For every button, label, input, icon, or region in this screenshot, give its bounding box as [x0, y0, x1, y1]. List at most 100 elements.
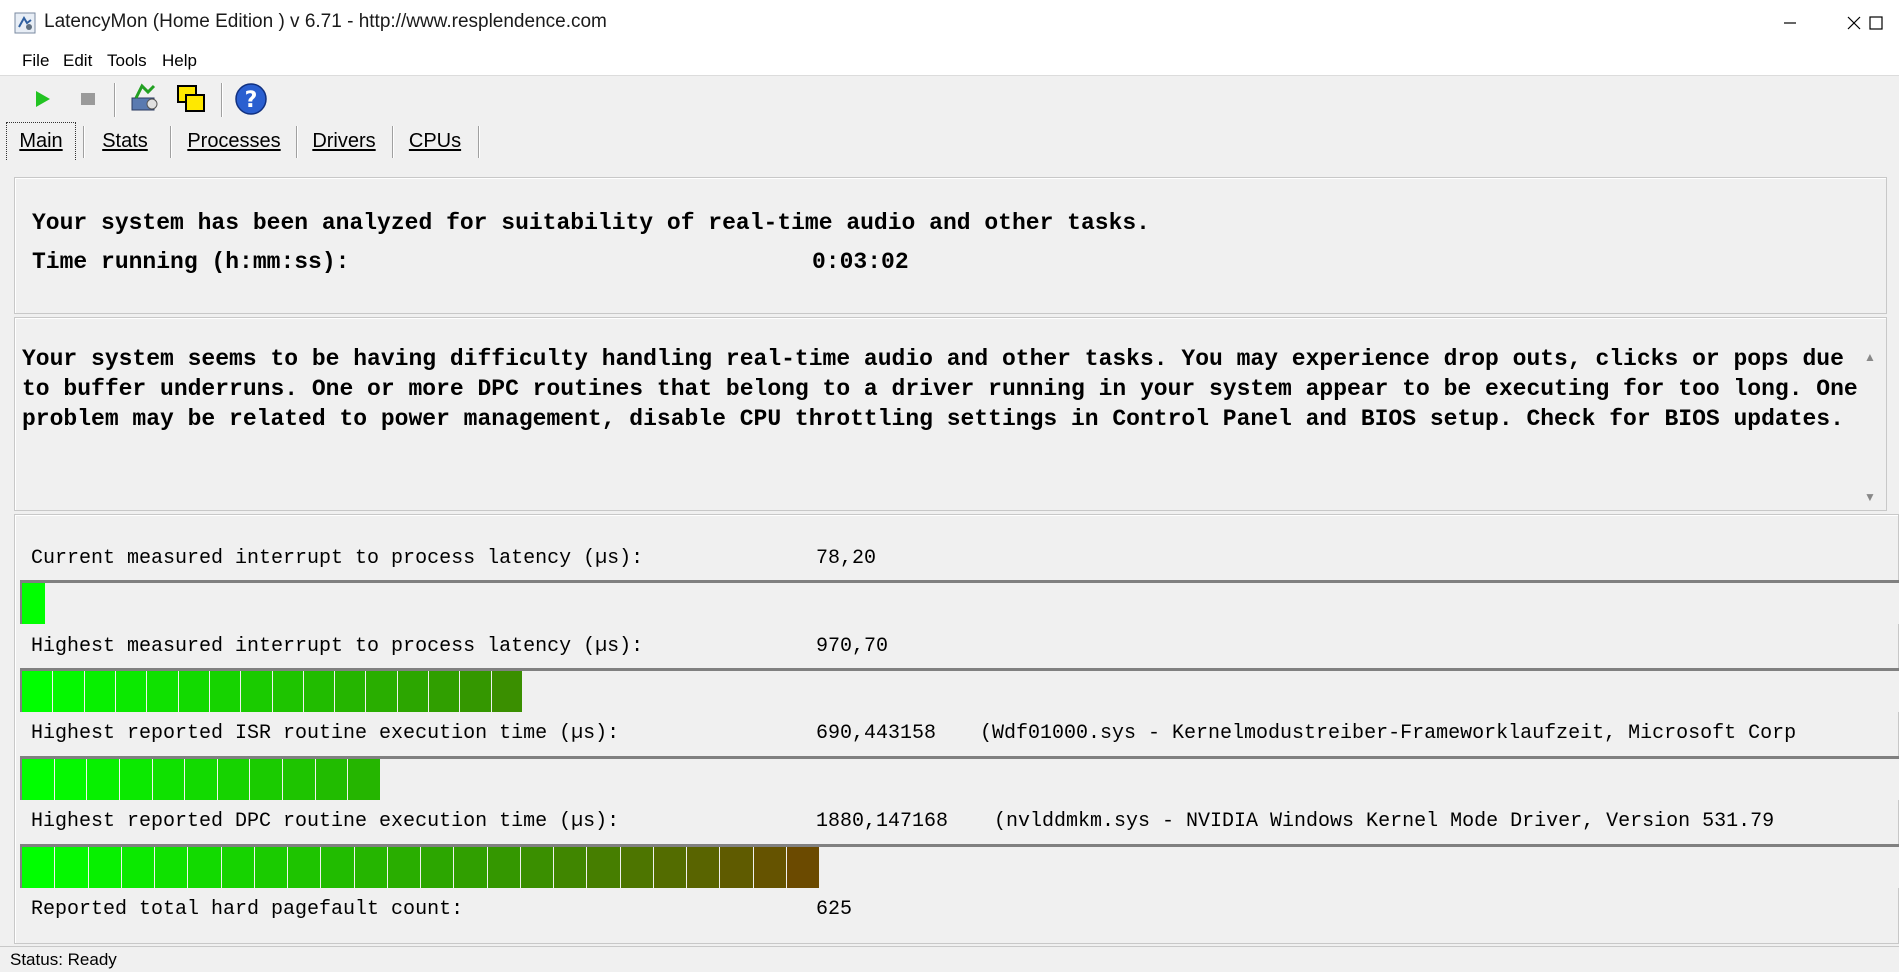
menu-tools[interactable]: Tools — [107, 51, 147, 71]
close-button[interactable] — [1811, 0, 1897, 46]
tab-separator — [83, 126, 85, 158]
bar-segment — [178, 671, 210, 712]
start-button[interactable] — [24, 81, 60, 117]
status-text: Status: Ready — [10, 950, 117, 969]
time-running-label: Time running (h:mm:ss): — [32, 249, 350, 275]
metric-value: 1880,147168 — [816, 810, 949, 833]
minimize-icon — [1784, 22, 1796, 24]
bar-segment — [520, 847, 554, 888]
metric-label: Highest reported ISR routine execution t… — [31, 722, 620, 745]
tab-stats[interactable]: Stats — [89, 122, 161, 160]
metric-value: 625 — [816, 898, 853, 921]
bar-segment — [241, 671, 273, 712]
bar-segment — [115, 671, 148, 712]
metric-driver-info: (Wdf01000.sys - Kernelmodustreiber-Frame… — [980, 722, 1797, 745]
stop-button[interactable] — [70, 81, 106, 117]
metric-value: 690,443158 — [816, 722, 937, 745]
bar-segment — [185, 759, 218, 800]
tab-processes[interactable]: Processes — [178, 122, 290, 160]
bar-segment — [54, 759, 88, 800]
svg-text:?: ? — [245, 88, 258, 113]
bar-segment — [720, 847, 754, 888]
bar-segment — [487, 847, 521, 888]
tab-separator — [170, 126, 172, 158]
bar-segment — [653, 847, 687, 888]
bar-segment — [119, 759, 153, 800]
bar-segment — [283, 759, 316, 800]
latency-bar-fill — [22, 583, 46, 624]
bar-segment — [288, 847, 322, 888]
bar-segment — [429, 671, 461, 712]
bar-segment — [254, 847, 288, 888]
bar-segment — [587, 847, 621, 888]
latency-bar — [20, 668, 1899, 712]
stop-icon — [81, 93, 95, 105]
windows-icon — [177, 85, 205, 112]
latencymon-app-icon — [14, 12, 36, 34]
metric-value: 78,20 — [816, 547, 877, 570]
tab-separator — [478, 126, 480, 158]
metric-label: Reported total hard pagefault count: — [31, 898, 464, 921]
bar-segment — [88, 847, 122, 888]
analysis-summary-text: Your system has been analyzed for suitab… — [32, 210, 1150, 236]
bar-segment — [152, 759, 186, 800]
bar-segment — [22, 847, 56, 888]
menu-help[interactable]: Help — [162, 51, 197, 71]
bar-segment — [188, 847, 222, 888]
tab-separator — [296, 126, 298, 158]
help-button[interactable]: ? — [233, 81, 269, 117]
bar-segment — [321, 847, 355, 888]
bar-segment — [22, 671, 54, 712]
bar-segment — [250, 759, 283, 800]
bar-segment — [366, 671, 398, 712]
bar-segment — [155, 847, 189, 888]
bar-segment — [687, 847, 721, 888]
toolbar-separator — [114, 83, 116, 117]
status-bar: Status: Ready — [0, 946, 1899, 972]
bar-segment — [315, 759, 349, 800]
bar-segment — [421, 847, 455, 888]
latency-bar-fill — [22, 847, 820, 888]
analyze-button[interactable] — [127, 81, 163, 117]
tab-cpus[interactable]: CPUs — [398, 122, 472, 160]
bar-segment — [209, 671, 242, 712]
menu-edit[interactable]: Edit — [63, 51, 92, 71]
bar-segment — [348, 759, 381, 800]
toolbar-separator — [221, 83, 223, 117]
metric-label: Highest reported DPC routine execution t… — [31, 810, 620, 833]
menu-file[interactable]: File — [22, 51, 49, 71]
metric-label: Highest measured interrupt to process la… — [31, 635, 644, 658]
bar-segment — [84, 671, 116, 712]
summary-panel — [14, 177, 1887, 314]
latency-bar — [20, 844, 1899, 888]
bar-segment — [620, 847, 654, 888]
latency-bar-fill — [22, 671, 523, 712]
menu-bar: File Edit Tools Help — [0, 46, 1899, 76]
bar-segment — [22, 583, 46, 624]
advice-text: Your system seems to be having difficult… — [22, 346, 1858, 432]
bar-segment — [272, 671, 304, 712]
bar-segment — [491, 671, 523, 712]
bar-segment — [786, 847, 820, 888]
bar-segment — [387, 847, 421, 888]
play-icon — [36, 91, 50, 107]
scroll-up-arrow-icon[interactable]: ▲ — [1864, 350, 1876, 364]
bar-segment — [554, 847, 588, 888]
time-running-value: 0:03:02 — [812, 249, 909, 275]
window-title: LatencyMon (Home Edition ) v 6.71 - http… — [44, 11, 607, 32]
bar-segment — [335, 671, 367, 712]
bar-segment — [454, 847, 488, 888]
tab-main[interactable]: Main — [6, 122, 76, 160]
windows-button[interactable] — [173, 81, 209, 117]
bar-segment — [303, 671, 336, 712]
latency-bar — [20, 756, 1899, 800]
toolbar: ? — [0, 77, 1899, 123]
help-icon: ? — [235, 83, 267, 115]
scroll-down-arrow-icon[interactable]: ▼ — [1864, 490, 1876, 504]
tab-separator — [392, 126, 394, 158]
close-icon — [1847, 16, 1861, 30]
bar-segment — [53, 671, 85, 712]
tab-drivers[interactable]: Drivers — [302, 122, 386, 160]
bar-segment — [147, 671, 179, 712]
bar-segment — [87, 759, 120, 800]
